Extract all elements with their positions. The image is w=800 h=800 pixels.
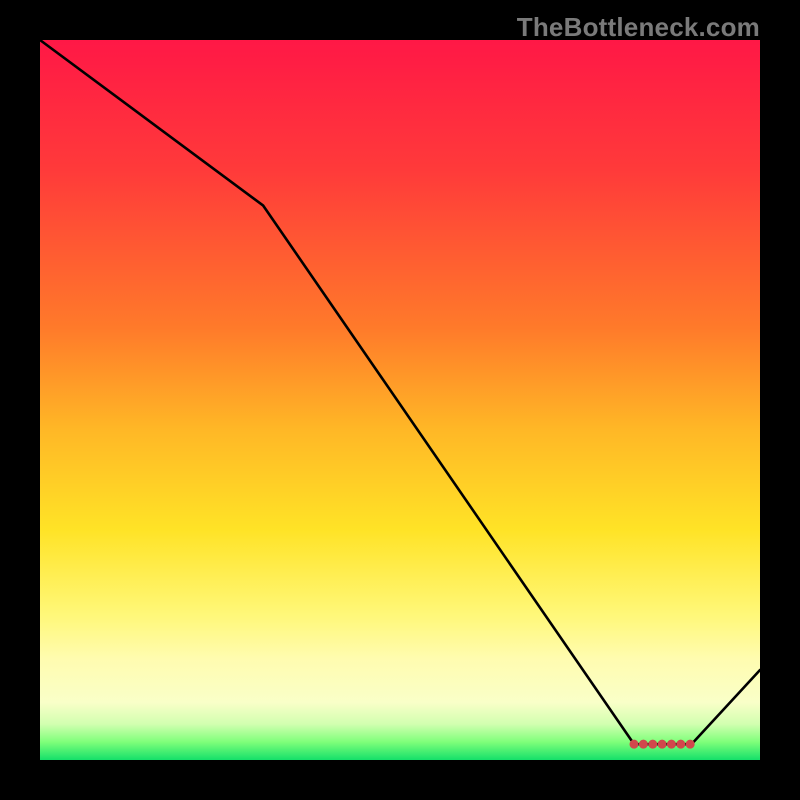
plot-area [40, 40, 760, 760]
marker-point [648, 740, 657, 749]
curve-line [40, 40, 760, 744]
marker-point [658, 740, 667, 749]
marker-point [630, 740, 639, 749]
marker-point [676, 740, 685, 749]
marker-point [639, 740, 648, 749]
marker-point [667, 740, 676, 749]
watermark-text: TheBottleneck.com [517, 12, 760, 43]
chart-frame: TheBottleneck.com [0, 0, 800, 800]
marker-cluster [630, 740, 695, 749]
chart-svg [40, 40, 760, 760]
marker-point [686, 740, 695, 749]
